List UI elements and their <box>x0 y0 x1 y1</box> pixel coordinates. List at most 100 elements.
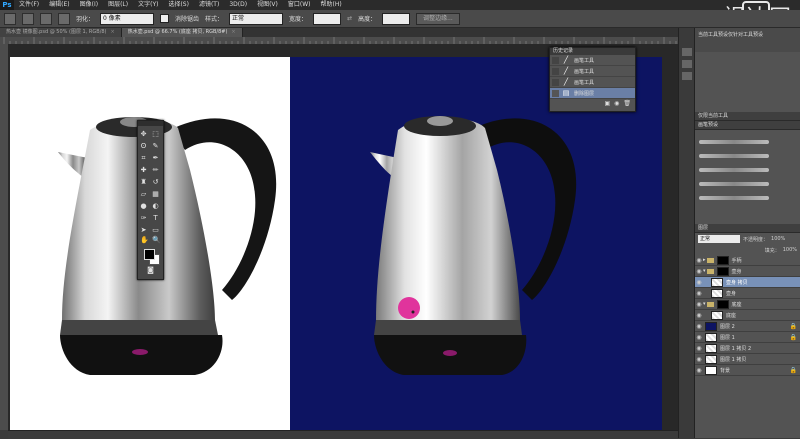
layers-options-row: 正常 不透明度： 100% <box>695 233 800 245</box>
layer-group-row[interactable]: ◉ ▸ 手柄 <box>695 255 800 266</box>
dodge-tool-icon[interactable]: ◐ <box>152 203 159 210</box>
brush-preset-item[interactable] <box>699 136 797 148</box>
brush-icon: ╱ <box>563 67 569 75</box>
brush-preset-item[interactable] <box>699 178 797 190</box>
brush-preset-item[interactable] <box>699 192 797 204</box>
tool-preset-title[interactable]: 仅限当前工具 <box>695 112 800 121</box>
eye-icon[interactable]: ◉ <box>695 279 703 286</box>
zoom-tool-icon[interactable]: 🔍 <box>152 237 161 244</box>
eyedropper-icon[interactable]: ✒ <box>152 155 159 162</box>
crop-tool-icon[interactable]: ⌗ <box>140 155 147 162</box>
layer-thumbnail <box>705 343 717 353</box>
folder-icon <box>706 301 714 307</box>
layer-row[interactable]: ◉ 底座 <box>695 310 800 321</box>
brush-preset-item[interactable] <box>699 150 797 162</box>
opacity-value[interactable]: 100% <box>771 236 785 242</box>
layer-thumbnail <box>711 310 723 320</box>
eye-icon[interactable]: ◉ <box>695 367 703 374</box>
gradient-icon[interactable]: ▦ <box>152 191 159 198</box>
fill-label: 填充： <box>764 247 780 254</box>
eye-icon[interactable]: ◉ <box>695 312 703 319</box>
new-document-icon[interactable]: ▣ <box>604 100 610 107</box>
type-tool-icon[interactable]: T <box>152 215 159 222</box>
layers-panel-title[interactable]: 图层 <box>695 224 800 233</box>
lock-icon: 🔒 <box>789 322 797 330</box>
layer-row[interactable]: ◉ 背景 🔒 <box>695 365 800 376</box>
history-item[interactable]: ╱ 画笔工具 <box>550 66 635 77</box>
healing-brush-icon[interactable]: ✚ <box>140 167 147 174</box>
foreground-color-swatch[interactable] <box>144 249 155 260</box>
pen-tool-icon[interactable]: ✑ <box>140 215 147 222</box>
blend-mode-select[interactable]: 正常 <box>698 235 740 243</box>
layer-thumbnail <box>705 365 717 375</box>
layer-thumbnail <box>711 288 723 298</box>
eye-icon[interactable]: ◉ <box>695 323 703 330</box>
layer-group-row[interactable]: ◉ ▾ 底座 <box>695 299 800 310</box>
path-select-icon[interactable]: ➤ <box>140 227 147 234</box>
layer-row[interactable]: ◉ 图层 2 🔒 <box>695 321 800 332</box>
brush-presets-title[interactable]: 画笔预设 <box>695 121 800 130</box>
layer-mask-thumbnail <box>716 299 729 309</box>
tools-panel-header[interactable] <box>138 121 163 126</box>
fill-row: 填充： 100% <box>695 245 800 255</box>
history-panel: 历史记录 ╱ 画笔工具 ╱ 画笔工具 ╱ 画笔工具 ▤ 删除图层 ▣ ◉ 🗑 <box>549 47 636 112</box>
panel-toggle-icon[interactable] <box>682 48 692 56</box>
layer-mask-thumbnail <box>716 255 729 265</box>
expand-icon[interactable]: ▾ <box>703 268 706 274</box>
tools-panel: ✥ ⬚ ʘ ✎ ⌗ ✒ ✚ ✏ ♜ ↺ ▱ ▦ ● ◐ ✑ T ➤ ▭ ✋ 🔍 … <box>137 120 164 280</box>
history-panel-title[interactable]: 历史记录 <box>550 48 635 55</box>
move-tool-icon[interactable]: ✥ <box>140 131 147 138</box>
eye-icon[interactable]: ◉ <box>695 301 703 308</box>
eye-icon[interactable]: ◉ <box>695 268 703 275</box>
expand-icon[interactable]: ▾ <box>703 301 706 307</box>
layer-group-row[interactable]: ◉ ▾ 壶身 <box>695 266 800 277</box>
fill-value[interactable]: 100% <box>783 247 797 253</box>
snapshot-icon[interactable]: ◉ <box>614 100 619 107</box>
brush-preset-list <box>695 130 800 224</box>
layer-row-selected[interactable]: ◉ 壶身 拷贝 <box>695 277 800 288</box>
layer-thumbnail <box>705 354 717 364</box>
eye-icon[interactable]: ◉ <box>695 356 703 363</box>
history-item-selected[interactable]: ▤ 删除图层 <box>550 88 635 99</box>
brush-icon: ╱ <box>563 78 569 86</box>
layer-mask-thumbnail <box>716 266 729 276</box>
hand-tool-icon[interactable]: ✋ <box>140 237 149 244</box>
panel-toggle-icon[interactable] <box>682 72 692 80</box>
blur-tool-icon[interactable]: ● <box>140 203 147 210</box>
layer-row[interactable]: ◉ 图层 1 拷贝 2 <box>695 343 800 354</box>
lasso-tool-icon[interactable]: ʘ <box>140 143 147 150</box>
history-item[interactable]: ╱ 画笔工具 <box>550 55 635 66</box>
layer-row[interactable]: ◉ 图层 1 🔒 <box>695 332 800 343</box>
quick-select-icon[interactable]: ✎ <box>152 143 159 150</box>
eye-icon[interactable]: ◉ <box>695 257 703 264</box>
layers-list: ◉ ▸ 手柄 ◉ ▾ 壶身 ◉ 壶身 拷贝 ◉ 壶身 ◉ ▾ 底座 ◉ 底座 ◉… <box>695 255 800 376</box>
marquee-tool-icon[interactable]: ⬚ <box>152 131 159 138</box>
eraser-icon[interactable]: ▱ <box>140 191 147 198</box>
trash-icon[interactable]: 🗑 <box>623 100 631 107</box>
clone-stamp-icon[interactable]: ♜ <box>140 179 147 186</box>
kettle-left <box>58 117 277 375</box>
layer-thumbnail <box>705 332 717 342</box>
right-panels: 当前工具预设仅针对工具预设 仅限当前工具 画笔预设 图层 正常 不透明度： 10… <box>694 28 800 438</box>
brush-icon: ╱ <box>563 56 569 64</box>
panel-toggle-icon[interactable] <box>682 60 692 68</box>
eye-icon[interactable]: ◉ <box>695 290 703 297</box>
layer-row[interactable]: ◉ 图层 1 拷贝 <box>695 354 800 365</box>
brush-tool-icon[interactable]: ✏ <box>152 167 159 174</box>
eye-icon[interactable]: ◉ <box>695 345 703 352</box>
presets-empty-area <box>695 52 800 112</box>
history-item[interactable]: ╱ 画笔工具 <box>550 77 635 88</box>
delete-layer-icon: ▤ <box>562 89 570 97</box>
lock-icon: 🔒 <box>789 333 797 341</box>
eye-icon[interactable]: ◉ <box>695 334 703 341</box>
brush-preset-item[interactable] <box>699 164 797 176</box>
folder-icon <box>706 257 714 263</box>
tool-preset-tooltip: 当前工具预设仅针对工具预设 <box>695 28 800 52</box>
panel-icon-strip <box>678 28 695 438</box>
folder-icon <box>706 268 714 274</box>
quick-mask-icon[interactable]: ◙ <box>147 267 154 274</box>
layer-row[interactable]: ◉ 壶身 <box>695 288 800 299</box>
history-brush-icon[interactable]: ↺ <box>152 179 159 186</box>
shape-tool-icon[interactable]: ▭ <box>152 227 159 234</box>
expand-icon[interactable]: ▸ <box>703 257 706 263</box>
